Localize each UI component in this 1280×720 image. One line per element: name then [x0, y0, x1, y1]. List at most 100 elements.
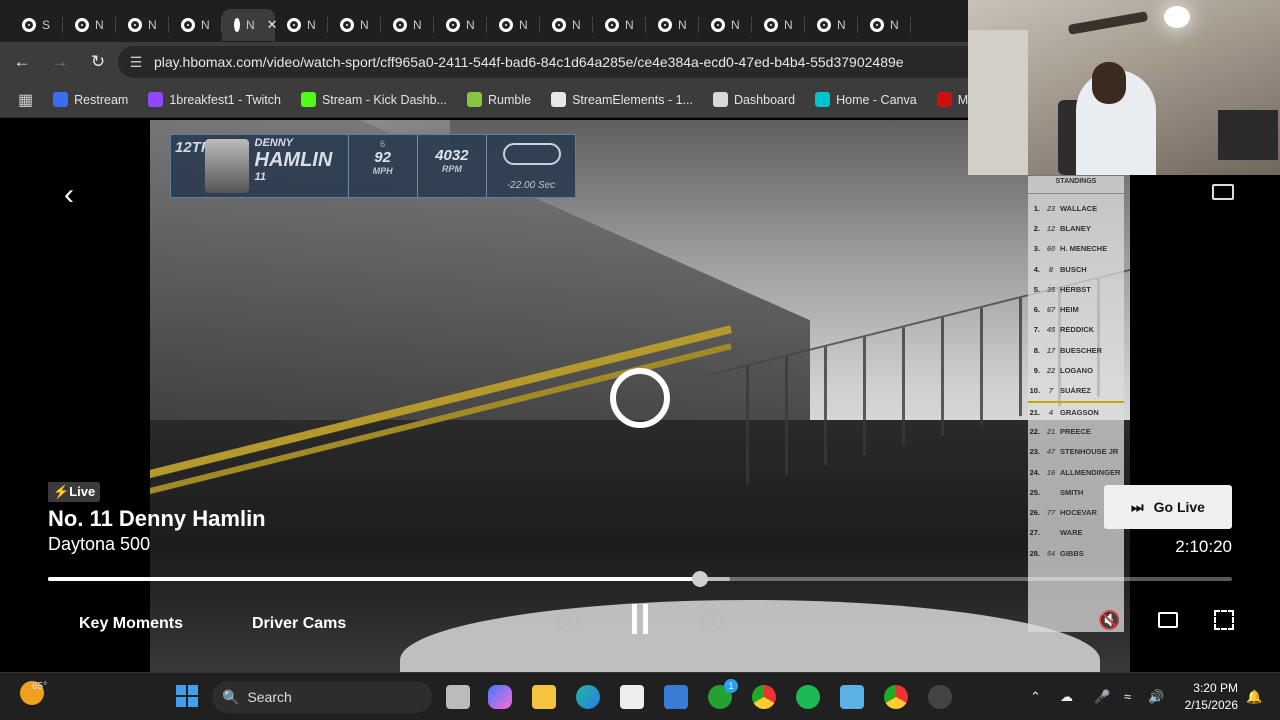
clock-time[interactable]: 3:20 PM — [1178, 681, 1238, 695]
fullscreen-icon[interactable] — [1214, 610, 1234, 630]
bookmark-label: Stream - Kick Dashb... — [321, 92, 447, 107]
browser-tab[interactable]: N — [646, 9, 699, 41]
tab-favicon-icon — [128, 18, 142, 32]
show-hidden-icons-icon[interactable]: ⌃ — [1030, 689, 1041, 705]
task-view-icon[interactable] — [446, 685, 470, 709]
copilot-icon[interactable] — [488, 685, 512, 709]
mail-icon[interactable] — [664, 685, 688, 709]
cast-icon[interactable] — [1212, 184, 1234, 200]
captions-icon[interactable] — [1158, 612, 1178, 628]
chrome-icon[interactable] — [752, 685, 776, 709]
taskbar-search[interactable]: 🔍 Search — [212, 681, 432, 713]
browser-tab[interactable]: N — [699, 9, 752, 41]
browser-tab[interactable]: N — [381, 9, 434, 41]
live-label: Live — [69, 484, 96, 499]
browser-tab[interactable]: N — [63, 9, 116, 41]
tab-label: N — [625, 18, 634, 32]
browser-tab[interactable]: N — [487, 9, 540, 41]
video-subtitle: Daytona 500 — [48, 534, 151, 554]
video-player[interactable]: 12TH DENNY HAMLIN 11 6 92 MPH 4032 RPM -… — [0, 120, 1280, 672]
bookmark-item[interactable]: Stream - Kick Dashb... — [293, 88, 455, 111]
standings-row: 7. 45 REDDICK — [1028, 320, 1124, 340]
tab-label: N — [413, 18, 422, 32]
tab-label: N — [678, 18, 687, 32]
file-explorer-icon[interactable] — [532, 685, 556, 709]
standings-panel: STANDINGS 1. 23 WALLACE 2. 12 BLANEY 3. 60 H. ME… — [1028, 176, 1124, 632]
tab-favicon-icon — [287, 18, 301, 32]
bookmark-item[interactable]: Home - Canva — [807, 88, 925, 111]
bookmark-item[interactable]: 1breakfest1 - Twitch — [140, 88, 289, 111]
standings-row: 3. 60 H. MENECHE — [1028, 239, 1124, 259]
xbox-icon[interactable]: 1 — [708, 679, 738, 709]
standings-row: 21. 4 GRAGSON — [1028, 400, 1124, 421]
browser-tab[interactable]: N — [540, 9, 593, 41]
bookmark-item[interactable]: Dashboard — [705, 88, 803, 111]
seek-bar[interactable] — [48, 571, 1232, 587]
go-live-button[interactable]: ⏭ Go Live — [1104, 485, 1232, 529]
tab-label: N — [890, 18, 899, 32]
volume-icon[interactable]: 🔊 — [1148, 689, 1164, 705]
pause-icon[interactable] — [630, 604, 650, 634]
apps-grid-icon[interactable]: ▦ — [10, 86, 41, 114]
hud-track-map: -22.00 Sec — [486, 135, 575, 197]
standings-pos: 6. — [1033, 305, 1040, 315]
standings-car-number: 4 — [1048, 407, 1054, 417]
back-arrow-icon[interactable]: ‹ — [64, 178, 74, 212]
bookmark-item[interactable]: StreamElements - 1... — [543, 88, 701, 111]
bookmark-label: Dashboard — [733, 92, 796, 107]
wifi-icon[interactable]: ≈ — [1124, 689, 1131, 704]
standings-driver-name: BLANEY — [1060, 223, 1091, 233]
obs-icon[interactable] — [928, 685, 952, 709]
store-icon[interactable] — [620, 685, 644, 709]
notifications-icon[interactable]: 🔔 — [1246, 689, 1262, 705]
back-nav-icon[interactable]: ← — [4, 44, 40, 80]
standings-pos: 21. — [1029, 407, 1040, 417]
bookmark-item[interactable]: Restream — [45, 88, 136, 111]
go-live-label: Go Live — [1153, 499, 1205, 515]
search-icon: 🔍 — [222, 688, 240, 705]
reload-icon[interactable]: ↻ — [80, 44, 116, 80]
browser-tab[interactable]: S — [10, 9, 63, 41]
xbox-badge: 1 — [724, 679, 738, 693]
driver-cams-button[interactable]: Driver Cams — [252, 615, 346, 633]
browser-tab[interactable]: N ✕ — [222, 9, 278, 41]
chrome-profile-icon[interactable] — [884, 685, 908, 709]
mute-icon[interactable]: 🔇 — [1098, 610, 1120, 631]
edge-icon[interactable] — [576, 685, 600, 709]
forward-nav-icon[interactable]: → — [42, 44, 78, 80]
browser-tab[interactable]: N — [275, 9, 328, 41]
standings-driver-name: H. MENECHE — [1060, 244, 1108, 254]
address-bar[interactable]: ☰ play.hbomax.com/video/watch-sport/cff9… — [118, 46, 1018, 78]
notepad-icon[interactable] — [840, 685, 864, 709]
onedrive-icon[interactable]: ☁ — [1060, 689, 1073, 705]
browser-tab[interactable]: N — [858, 9, 911, 41]
tab-label: N — [148, 18, 157, 32]
standings-row: 1. 23 WALLACE — [1028, 198, 1124, 218]
standings-pos: 5. — [1033, 284, 1040, 294]
standings-pos: 2. — [1033, 223, 1040, 233]
browser-tab[interactable]: N — [593, 9, 646, 41]
webcam-overlay — [968, 0, 1280, 175]
forward-10-icon[interactable]: 10 — [700, 609, 724, 633]
bookmark-item[interactable]: Rumble — [459, 88, 539, 111]
bookmark-label: 1breakfest1 - Twitch — [169, 92, 281, 107]
standings-driver-name: REDDICK — [1060, 325, 1095, 335]
time-display: 2:10:20 — [1175, 537, 1232, 556]
browser-tab[interactable]: N — [116, 9, 169, 41]
browser-tab[interactable]: N — [434, 9, 487, 41]
key-moments-button[interactable]: Key Moments — [79, 615, 183, 633]
browser-tab[interactable]: N — [805, 9, 858, 41]
standings-driver-name: HERBST — [1060, 284, 1091, 294]
tab-favicon-icon — [446, 18, 460, 32]
spotify-icon[interactable] — [796, 685, 820, 709]
rewind-10-icon[interactable]: 10 — [556, 609, 580, 633]
browser-tab[interactable]: N — [752, 9, 805, 41]
browser-tab[interactable]: N — [328, 9, 381, 41]
site-settings-icon[interactable]: ☰ — [118, 54, 154, 71]
microphone-icon[interactable]: 🎤 — [1094, 689, 1110, 705]
browser-tab[interactable]: N — [169, 9, 222, 41]
clock-date[interactable]: 2/15/2026 — [1178, 698, 1238, 712]
standings-driver-name: ALLMENDINGER — [1060, 467, 1121, 477]
standings-car-number: 8 — [1048, 264, 1054, 274]
start-button[interactable] — [176, 685, 198, 707]
